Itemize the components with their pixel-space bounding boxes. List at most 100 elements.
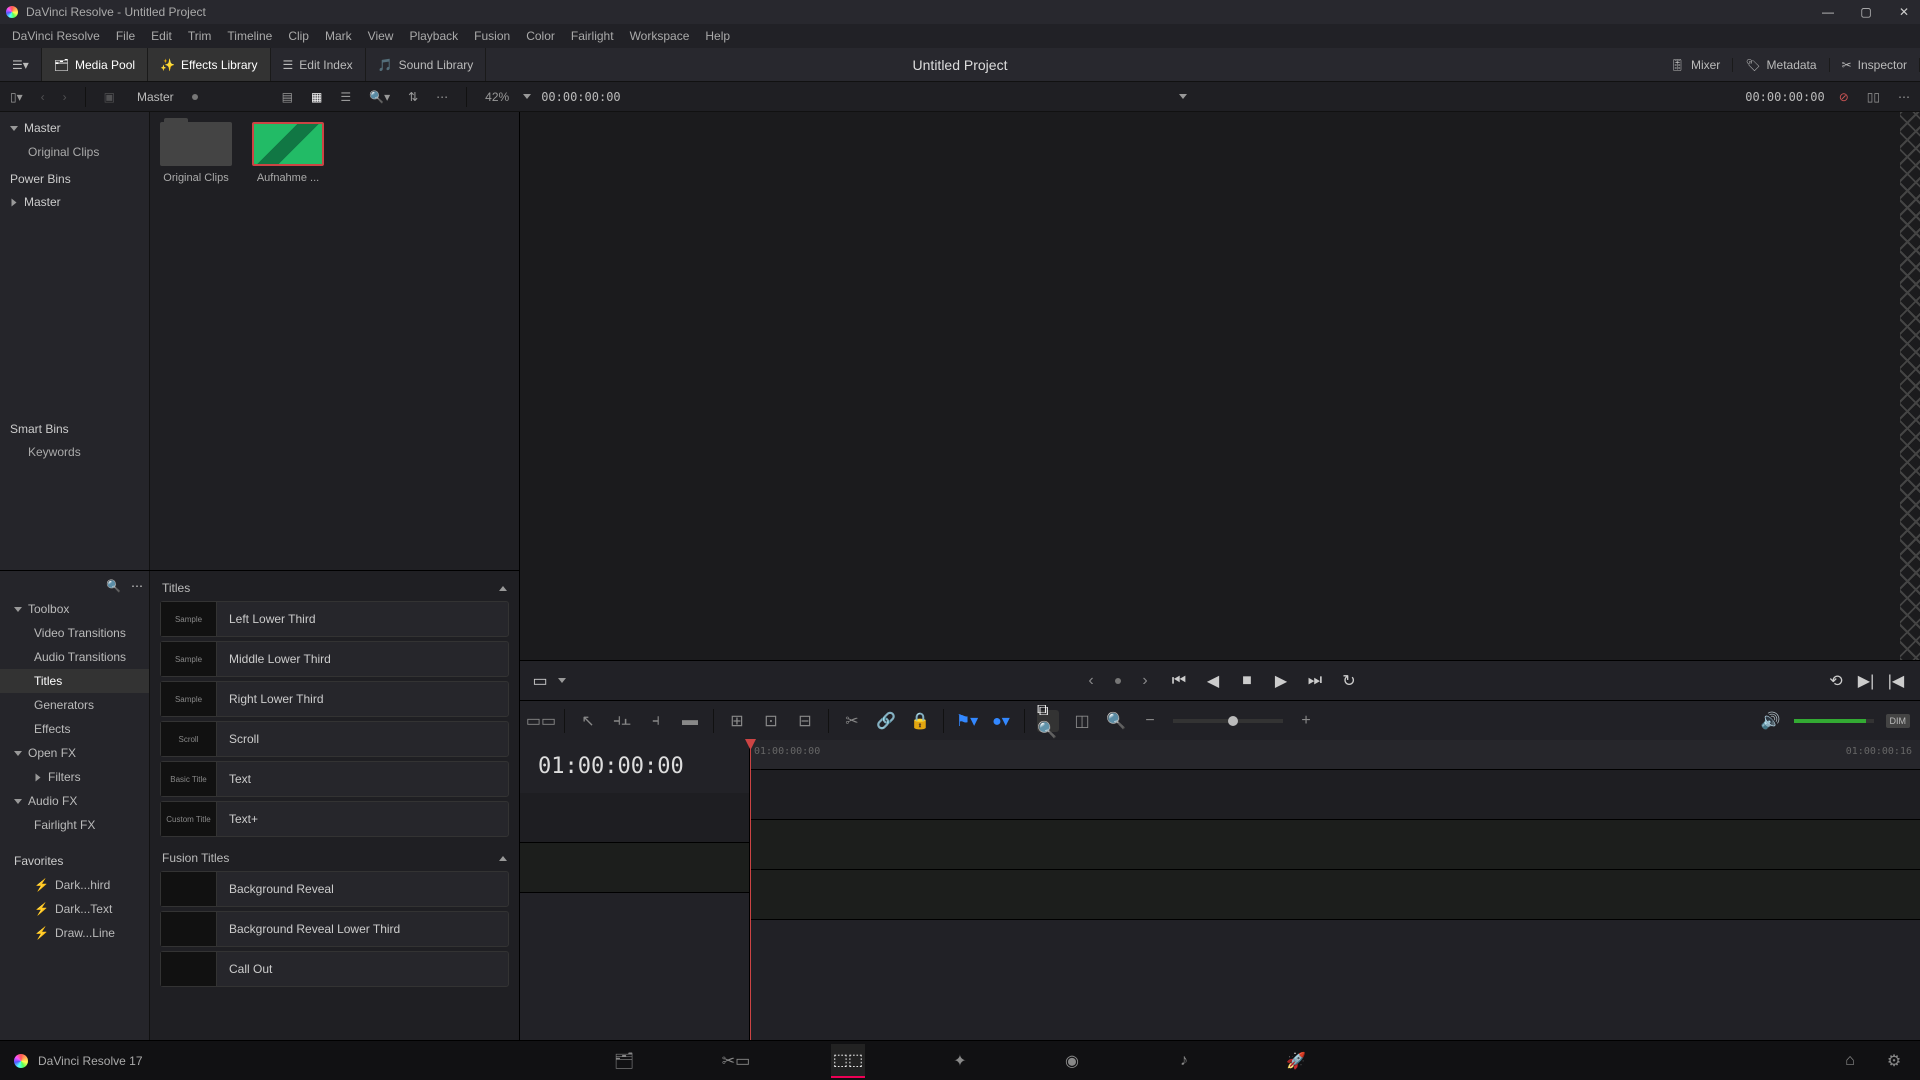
sound-library-button[interactable]: 🎵 Sound Library bbox=[366, 48, 487, 81]
menu-mark[interactable]: Mark bbox=[317, 29, 360, 43]
viewer-overlay-dropdown-icon[interactable] bbox=[558, 678, 566, 683]
fx-cat-fairlight-fx[interactable]: Fairlight FX bbox=[0, 813, 149, 837]
snapping-button[interactable]: ⧉🔍 bbox=[1037, 710, 1059, 732]
viewer-mode-dropdown-icon[interactable] bbox=[1179, 94, 1187, 99]
fx-cat-audio-fx[interactable]: Audio FX bbox=[0, 789, 149, 813]
menu-help[interactable]: Help bbox=[697, 29, 738, 43]
match-frame-button[interactable]: ⟲ bbox=[1826, 671, 1846, 691]
window-close-button[interactable]: ✕ bbox=[1894, 2, 1914, 22]
menu-clip[interactable]: Clip bbox=[280, 29, 317, 43]
video-track-1[interactable] bbox=[750, 770, 1920, 820]
power-bin-master[interactable]: Master bbox=[0, 190, 149, 214]
fx-fav-0[interactable]: ⚡Dark...hird bbox=[0, 873, 149, 897]
import-media-button[interactable]: ▣ bbox=[100, 88, 119, 106]
next-edit-button[interactable]: › bbox=[1135, 671, 1155, 691]
collapse-fusion-titles-icon[interactable] bbox=[499, 856, 507, 861]
fx-cat-toolbox[interactable]: Toolbox bbox=[0, 597, 149, 621]
timeline-view-options-button[interactable]: ▭▭ bbox=[530, 710, 552, 732]
dim-badge[interactable]: DIM bbox=[1886, 714, 1911, 728]
title-item[interactable]: ScrollScroll bbox=[160, 721, 509, 757]
bin-master[interactable]: Master bbox=[0, 116, 149, 140]
bin-original-clips[interactable]: Original Clips bbox=[0, 140, 149, 164]
selection-tool-button[interactable]: ↖ bbox=[577, 710, 599, 732]
title-item[interactable]: SampleRight Lower Third bbox=[160, 681, 509, 717]
inspector-button[interactable]: ✂ Inspector bbox=[1830, 58, 1920, 72]
media-pool-button[interactable]: 🗂 Media Pool bbox=[42, 48, 148, 81]
menu-file[interactable]: File bbox=[108, 29, 143, 43]
single-viewer-button[interactable]: ▯▯ bbox=[1863, 88, 1884, 106]
loop-button[interactable]: ↻ bbox=[1339, 671, 1359, 691]
media-pool-options-button[interactable]: ⋯ bbox=[432, 88, 452, 106]
effects-library-button[interactable]: ✨ Effects Library bbox=[148, 48, 270, 81]
bypass-color-button[interactable]: ⊘ bbox=[1835, 88, 1853, 106]
view-thumbnail-button[interactable]: ▦ bbox=[307, 88, 326, 106]
fx-cat-audio-transitions[interactable]: Audio Transitions bbox=[0, 645, 149, 669]
zoom-slider[interactable] bbox=[1173, 719, 1283, 723]
play-button[interactable]: ▶ bbox=[1271, 671, 1291, 691]
title-item[interactable]: Basic TitleText bbox=[160, 761, 509, 797]
step-back-button[interactable]: ◀ bbox=[1203, 671, 1223, 691]
viewer-options-button[interactable]: ⋯ bbox=[1894, 88, 1914, 106]
mute-button[interactable]: 🔊 bbox=[1760, 710, 1782, 732]
volume-slider[interactable] bbox=[1794, 719, 1874, 723]
page-deliver[interactable]: 🚀 bbox=[1279, 1044, 1313, 1078]
razor-button[interactable]: ✂ bbox=[841, 710, 863, 732]
menu-view[interactable]: View bbox=[360, 29, 402, 43]
overwrite-clip-button[interactable]: ⊡ bbox=[760, 710, 782, 732]
fx-cat-titles[interactable]: Titles bbox=[0, 669, 149, 693]
viewer-zoom-value[interactable]: 42% bbox=[481, 88, 513, 106]
menu-fairlight[interactable]: Fairlight bbox=[563, 29, 622, 43]
window-minimize-button[interactable]: — bbox=[1818, 2, 1838, 22]
playhead[interactable] bbox=[750, 740, 751, 1040]
replace-clip-button[interactable]: ⊟ bbox=[794, 710, 816, 732]
clip-aufnahme[interactable]: Aufnahme ... bbox=[252, 122, 324, 184]
fx-cat-open-fx[interactable]: Open FX bbox=[0, 741, 149, 765]
menu-davinci-resolve[interactable]: DaVinci Resolve bbox=[4, 29, 108, 43]
page-cut[interactable]: ✂▭ bbox=[719, 1044, 753, 1078]
bin-layout-button[interactable]: ▯▾ bbox=[6, 88, 27, 106]
menu-playback[interactable]: Playback bbox=[401, 29, 466, 43]
flag-button[interactable]: ⚑▾ bbox=[956, 710, 978, 732]
menu-trim[interactable]: Trim bbox=[180, 29, 220, 43]
fx-search-button[interactable]: 🔍 bbox=[106, 579, 121, 593]
zoom-to-fit-button[interactable]: 🔍 bbox=[1105, 710, 1127, 732]
title-item[interactable]: SampleMiddle Lower Third bbox=[160, 641, 509, 677]
audio-track-2[interactable] bbox=[750, 870, 1920, 920]
fusion-title-item[interactable]: Call Out bbox=[160, 951, 509, 987]
track-header-audio[interactable] bbox=[520, 843, 749, 893]
fx-fav-1[interactable]: ⚡Dark...Text bbox=[0, 897, 149, 921]
menu-timeline[interactable]: Timeline bbox=[219, 29, 280, 43]
title-item[interactable]: SampleLeft Lower Third bbox=[160, 601, 509, 637]
marker-button[interactable]: ●▾ bbox=[990, 710, 1012, 732]
go-to-end-button[interactable]: ⏭ bbox=[1305, 671, 1325, 691]
fx-cat-video-transitions[interactable]: Video Transitions bbox=[0, 621, 149, 645]
viewer-overlay-button[interactable]: ▭ bbox=[530, 671, 550, 691]
viewer-panel[interactable] bbox=[520, 112, 1920, 660]
collapse-titles-icon[interactable] bbox=[499, 586, 507, 591]
dynamic-trim-button[interactable]: ⫞ bbox=[645, 710, 667, 732]
nav-back-button[interactable]: ‹ bbox=[37, 88, 49, 106]
nav-forward-button[interactable]: › bbox=[59, 88, 71, 106]
page-media[interactable]: 🗂 bbox=[607, 1044, 641, 1078]
go-to-start-button[interactable]: ⏮ bbox=[1169, 671, 1189, 691]
page-fairlight[interactable]: ♪ bbox=[1167, 1044, 1201, 1078]
edit-index-button[interactable]: ☰ Edit Index bbox=[271, 48, 366, 81]
zoom-out-button[interactable]: − bbox=[1139, 710, 1161, 732]
lock-button[interactable]: 🔒 bbox=[909, 710, 931, 732]
fx-cat-generators[interactable]: Generators bbox=[0, 693, 149, 717]
stop-button[interactable]: ■ bbox=[1237, 671, 1257, 691]
timeline-playhead-tc[interactable]: 01:00:00:00 bbox=[520, 740, 749, 793]
clip-area[interactable]: Original Clips Aufnahme ... bbox=[150, 112, 519, 570]
zoom-in-button[interactable]: + bbox=[1295, 710, 1317, 732]
project-settings-button[interactable]: ⚙ bbox=[1882, 1044, 1906, 1078]
blade-tool-button[interactable]: ▬ bbox=[679, 710, 701, 732]
trim-tool-button[interactable]: ⫞⫠ bbox=[611, 710, 633, 732]
fusion-title-item[interactable]: Background Reveal bbox=[160, 871, 509, 907]
search-button[interactable]: 🔍▾ bbox=[365, 88, 394, 106]
page-color[interactable]: ◉ bbox=[1055, 1044, 1089, 1078]
clip-folder-original-clips[interactable]: Original Clips bbox=[160, 122, 232, 184]
fusion-title-item[interactable]: Background Reveal Lower Third bbox=[160, 911, 509, 947]
next-clip-button[interactable]: ▶| bbox=[1856, 671, 1876, 691]
fx-fav-2[interactable]: ⚡Draw...Line bbox=[0, 921, 149, 945]
menu-fusion[interactable]: Fusion bbox=[466, 29, 518, 43]
